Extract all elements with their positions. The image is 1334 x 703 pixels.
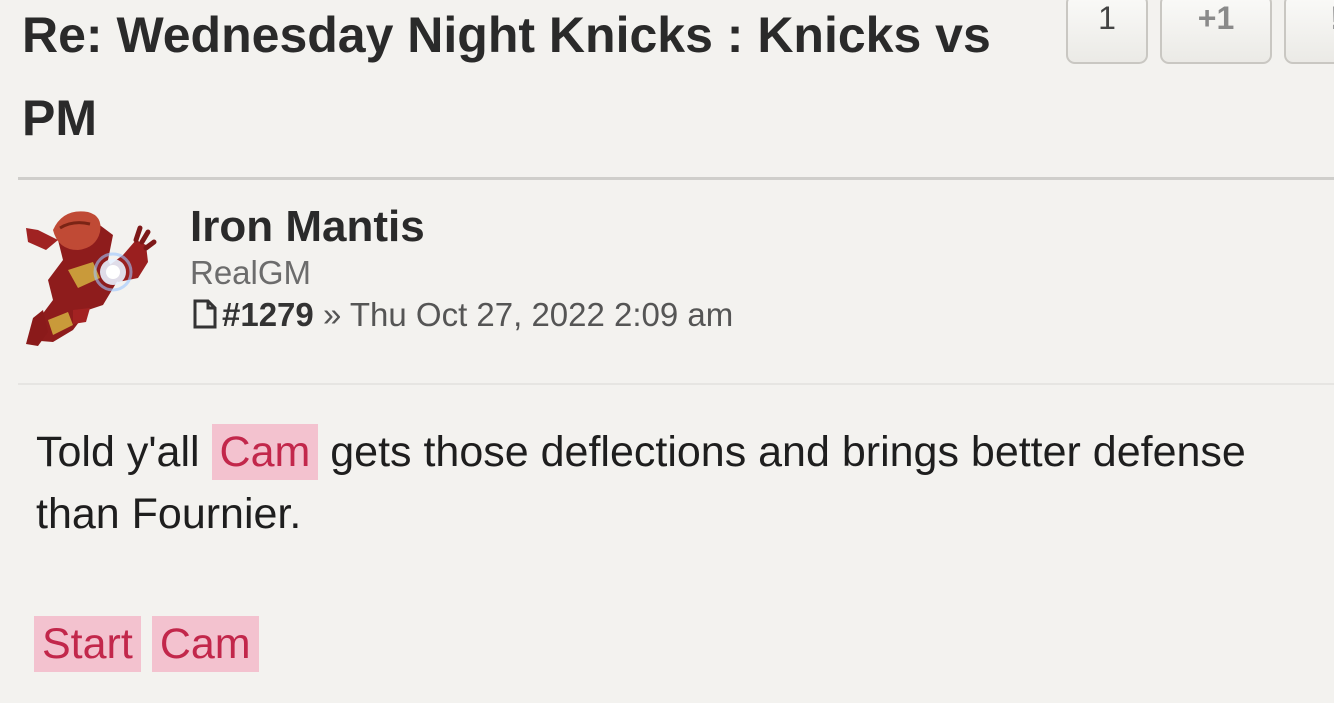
- highlighted-word: Cam: [211, 424, 319, 480]
- author-avatar[interactable]: [18, 200, 158, 350]
- post-date: Thu Oct 27, 2022 2:09 am: [349, 296, 734, 333]
- quote-count-button[interactable]: 1: [1066, 0, 1148, 64]
- tag-start: Start: [34, 616, 141, 672]
- author-divider: [18, 383, 1334, 385]
- author-name[interactable]: Iron Mantis: [190, 200, 425, 254]
- post-text-before: Told y'all: [36, 428, 200, 476]
- post-tags: Start Cam: [34, 616, 270, 672]
- report-button[interactable]: !: [1284, 0, 1334, 64]
- topic-title-line2: PM: [22, 90, 97, 146]
- iron-man-avatar-icon: [26, 211, 157, 346]
- meta-separator: »: [322, 296, 342, 333]
- post-link-icon[interactable]: [192, 296, 218, 340]
- post-buttons: 1 +1 !: [1066, 0, 1334, 66]
- post-body-line2: than Fournier.: [36, 490, 302, 538]
- post-meta: #1279 » Thu Oct 27, 2022 2:09 am: [192, 293, 733, 340]
- author-rank: RealGM: [190, 254, 312, 291]
- topic-title-line1: Re: Wednesday Night Knicks : Knicks vs: [22, 7, 991, 63]
- post-body-line1: Told y'all Cam gets those deflections an…: [36, 420, 1326, 484]
- title-divider: [18, 177, 1334, 180]
- plus-one-button[interactable]: +1: [1160, 0, 1272, 64]
- topic-title: Re: Wednesday Night Knicks : Knicks vs P…: [22, 0, 1002, 160]
- tag-cam: Cam: [151, 616, 259, 672]
- post-text-after: gets those deflections and brings better…: [330, 428, 1246, 476]
- post-number[interactable]: #1279: [222, 296, 314, 333]
